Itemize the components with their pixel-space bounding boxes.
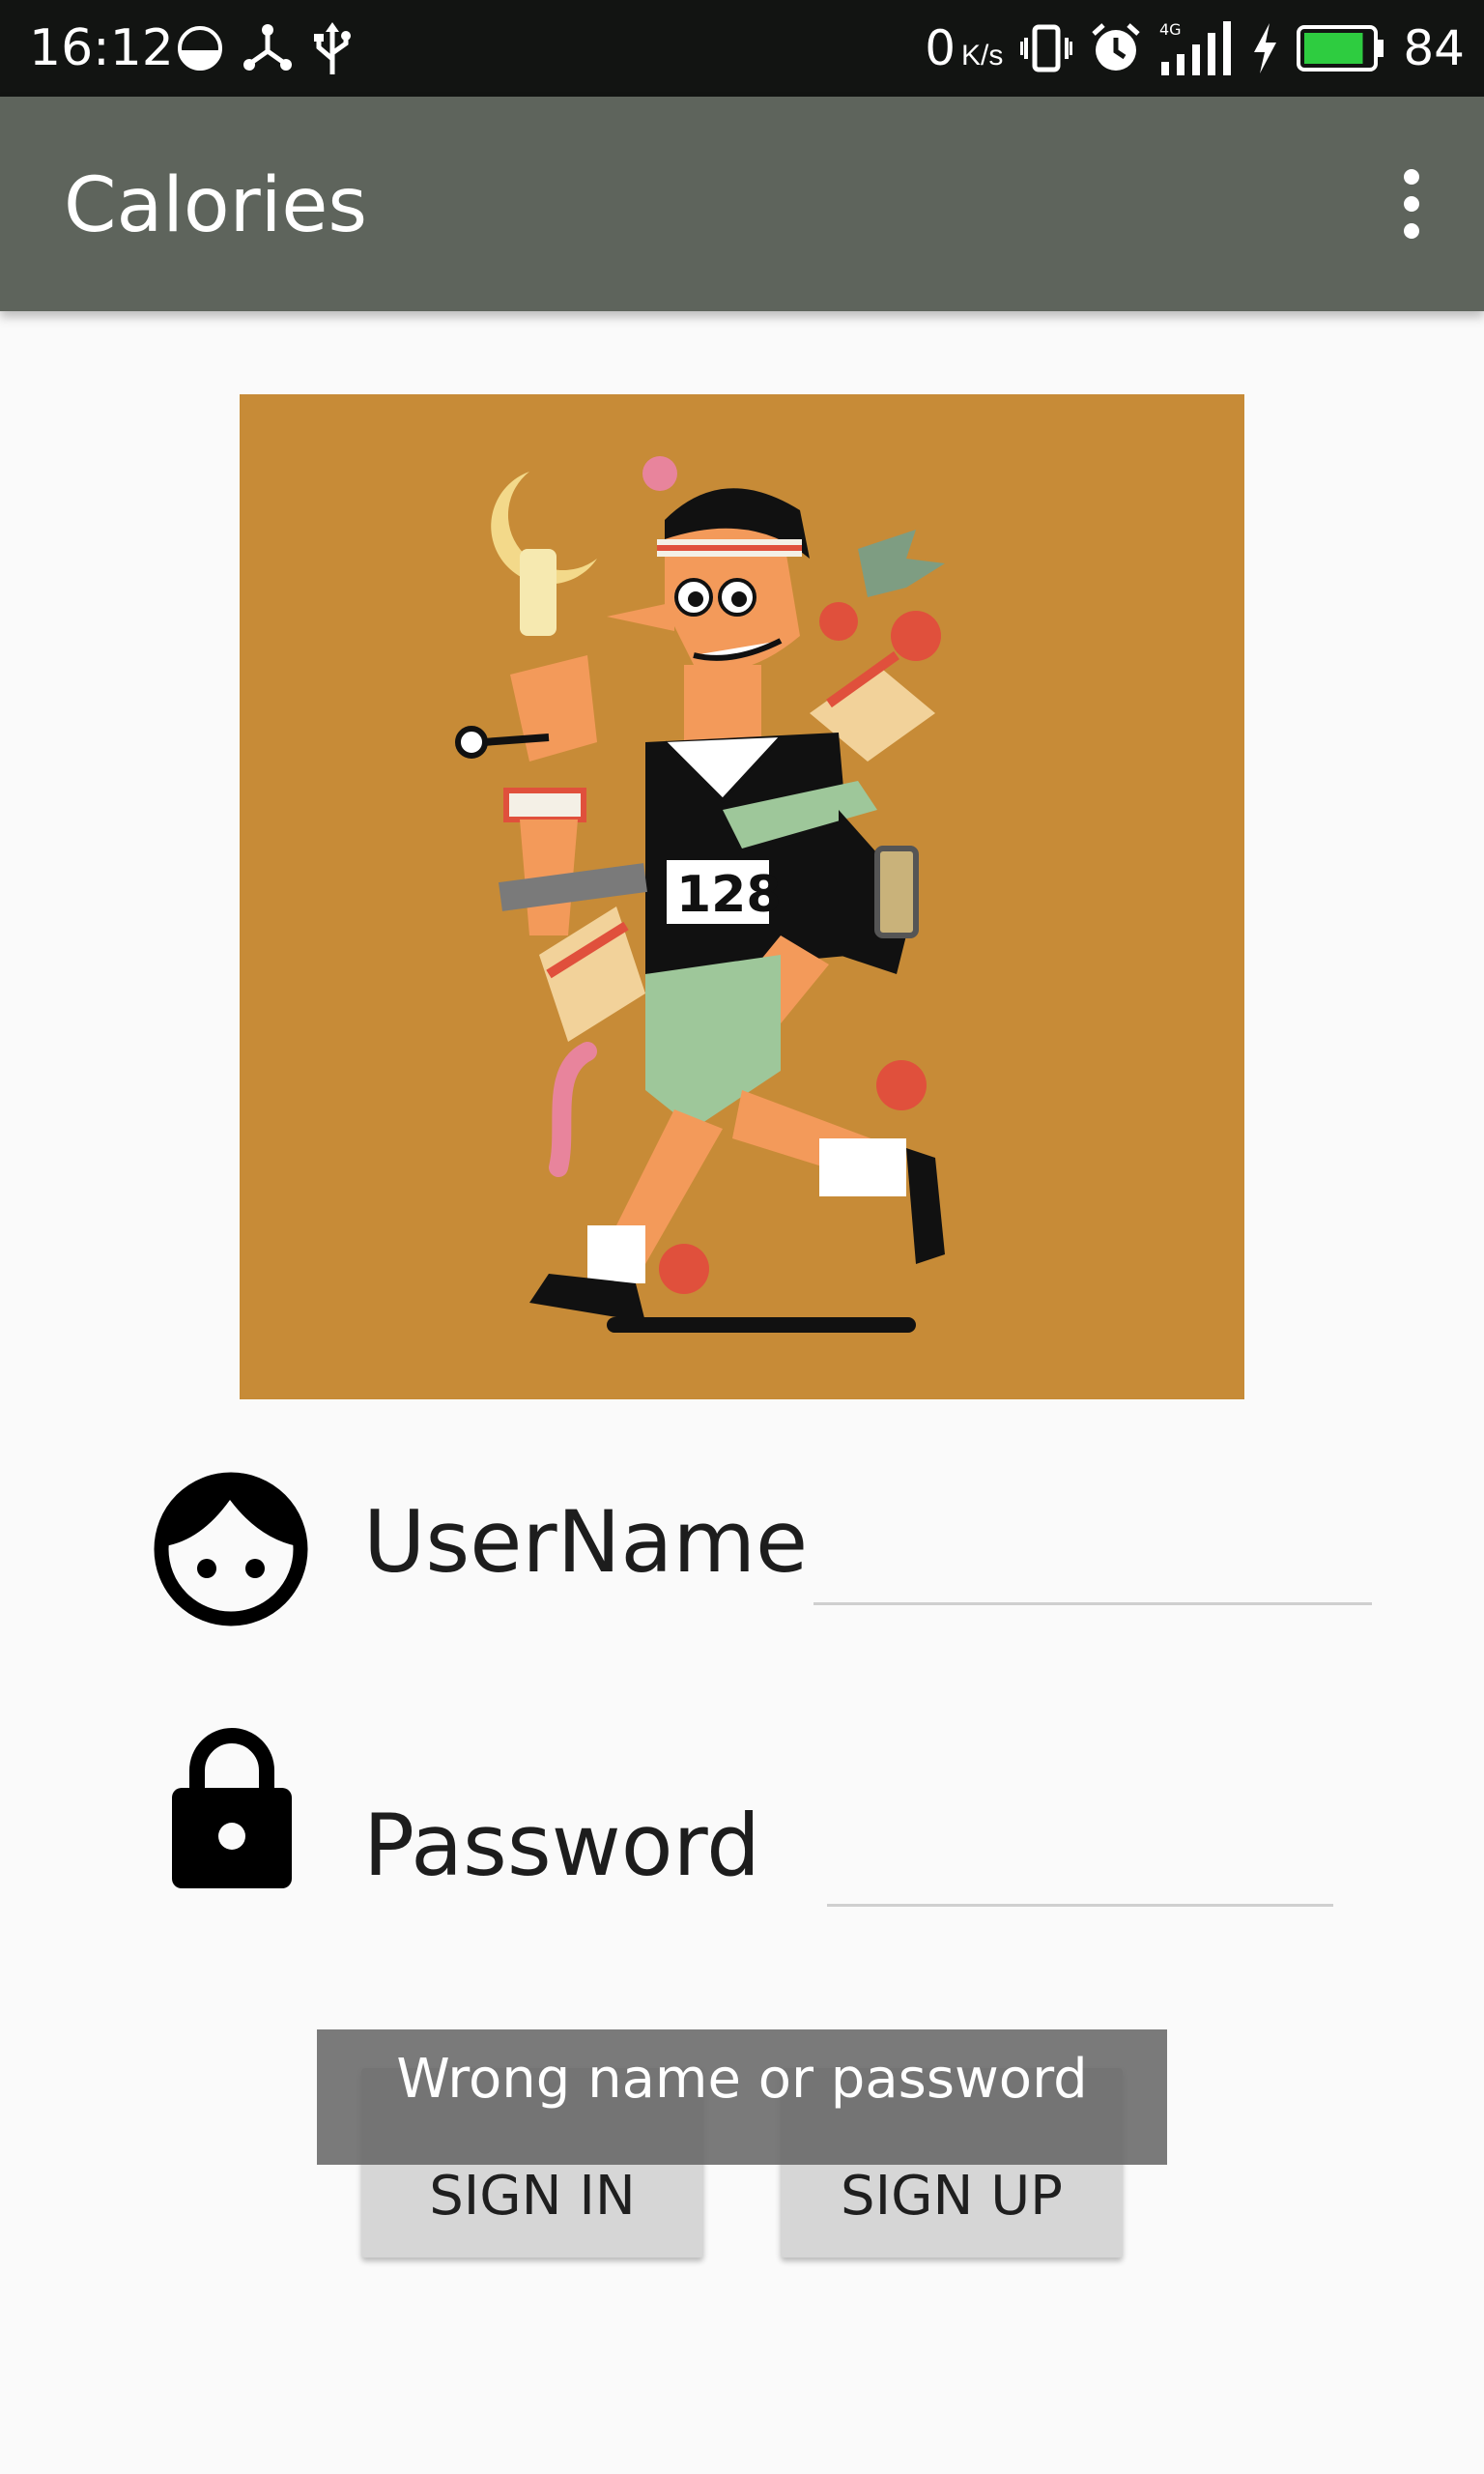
runner-illustration: 128 (240, 394, 1244, 1399)
vibrate-icon (1020, 24, 1073, 72)
battery-percent: 84 (1403, 20, 1465, 76)
data-saver-icon (178, 26, 222, 71)
network-type-label: 4G (1159, 20, 1182, 39)
usb-icon (314, 22, 351, 74)
battery-icon (1297, 25, 1384, 72)
bib-number: 128 (676, 866, 782, 924)
alarm-icon (1092, 23, 1141, 71)
usb-connected-icon (243, 24, 292, 71)
status-right-icons: 0 K/s 4G 84 (925, 17, 1465, 79)
face-icon (154, 1472, 308, 1626)
runner-figure: 128 (455, 456, 945, 1333)
charging-icon (1254, 23, 1277, 73)
status-time: 16:12 (29, 19, 174, 77)
network-speed: 0 K/s (925, 20, 1004, 76)
more-vert-icon[interactable] (1368, 160, 1455, 247)
username-label: UserName (363, 1492, 809, 1592)
app-bar: Calories (0, 97, 1484, 311)
signal-icon: 4G (1159, 20, 1232, 75)
password-label: Password (363, 1796, 761, 1895)
error-toast: Wrong name or password (317, 2029, 1167, 2165)
username-input[interactable] (813, 1508, 1372, 1605)
status-left-icons (176, 21, 354, 75)
page-title: Calories (64, 162, 368, 249)
lock-icon (172, 1728, 292, 1888)
password-input[interactable] (827, 1809, 1333, 1907)
status-bar: 16:12 0 K/s 4G 84 (0, 0, 1484, 97)
